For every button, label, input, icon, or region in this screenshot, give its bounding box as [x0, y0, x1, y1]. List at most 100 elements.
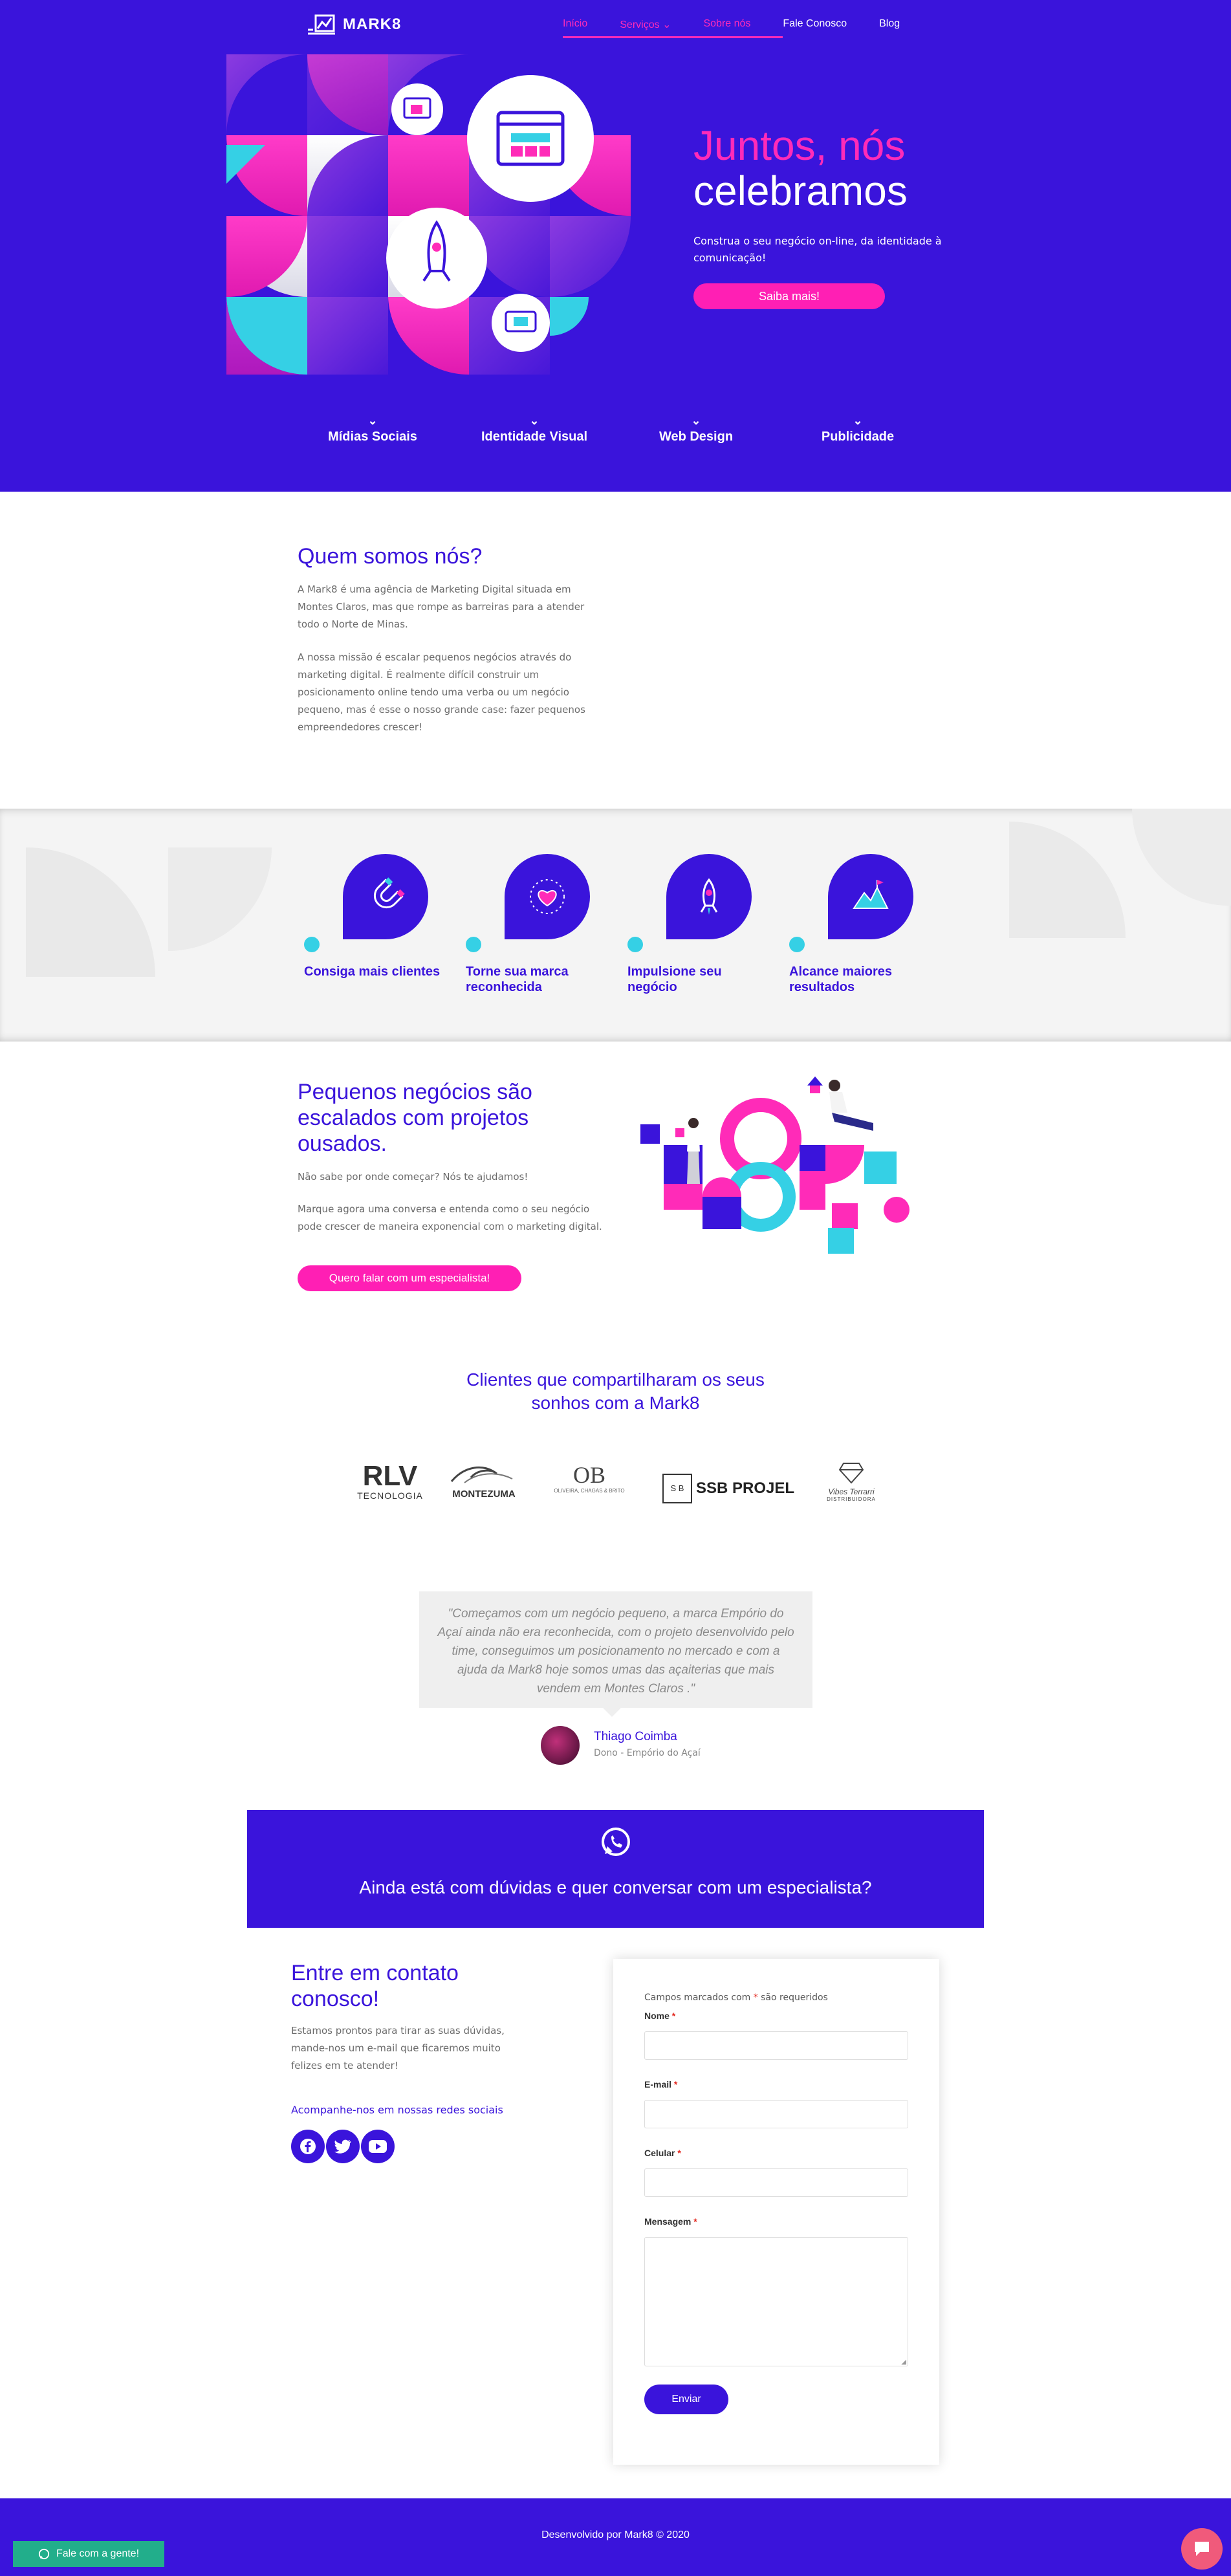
contact-text: Estamos prontos para tirar as suas dúvid…: [291, 2025, 505, 2071]
feature-label: Torne sua marca reconhecida: [466, 965, 569, 994]
logo-chart-icon: [308, 14, 335, 35]
mensagem-label: Mensagem *: [644, 2216, 697, 2227]
client-logo-main: OB: [572, 1462, 605, 1488]
chat-button[interactable]: [1181, 2528, 1223, 2570]
feature-dot: [789, 937, 805, 952]
rocket-icon: [700, 878, 718, 915]
nome-input[interactable]: [644, 2031, 908, 2060]
nav-item-sobre[interactable]: Sobre nós: [703, 18, 750, 31]
required-star: *: [677, 2148, 681, 2158]
twitter-button[interactable]: [326, 2130, 360, 2163]
email-input[interactable]: [644, 2100, 908, 2128]
facebook-button[interactable]: [291, 2130, 325, 2163]
nav-item-inicio[interactable]: Início: [563, 18, 587, 31]
clients-title-line2: sonhos com a Mark8: [531, 1393, 700, 1413]
chevron-down-icon: ⌄: [662, 19, 671, 30]
facebook-icon: [300, 2139, 316, 2154]
hero-subtitle: Construa o seu negócio on-line, da ident…: [693, 235, 942, 264]
about-paragraph-1: A Mark8 é uma agência de Marketing Digit…: [298, 584, 585, 630]
feature-dot: [466, 937, 481, 952]
scale-paragraph-2: Marque agora uma conversa e entenda como…: [298, 1203, 602, 1232]
nav-item-blog[interactable]: Blog: [879, 18, 900, 31]
features-background-pattern: [26, 809, 1231, 977]
celular-input[interactable]: [644, 2168, 908, 2197]
feature-label: Alcance maiores resultados: [789, 965, 892, 994]
mensagem-textarea[interactable]: ◢: [644, 2237, 908, 2366]
service-web-design[interactable]: ⌄ Web Design: [659, 414, 733, 444]
hero-title-line2: celebramos: [693, 168, 908, 214]
youtube-button[interactable]: [361, 2130, 395, 2163]
chat-bubble-icon: [1195, 2542, 1209, 2556]
ssb-box-icon: S B: [662, 1474, 692, 1503]
whatsapp-button-label: Fale com a gente!: [56, 2548, 140, 2559]
service-midias-sociais[interactable]: ⌄ Mídias Sociais: [328, 414, 417, 444]
service-label: Mídias Sociais: [328, 430, 417, 444]
scale-title: Pequenos negócios são escalados com proj…: [298, 1080, 532, 1156]
service-label: Web Design: [659, 430, 734, 444]
twitter-icon: [334, 2139, 351, 2154]
features-section: Consiga mais clientes Torne sua marca re…: [0, 809, 1231, 1042]
client-logo-montezuma: MONTEZUMA: [445, 1462, 523, 1500]
client-logo-sub: TECNOLOGIA: [357, 1490, 423, 1501]
chevron-down-icon: ⌄: [853, 414, 863, 427]
social-label: Acompanhe-nos em nossas redes sociais: [291, 2104, 503, 2116]
about-paragraph-2: A nossa missão é escalar pequenos negóci…: [298, 651, 585, 733]
client-logo-main: SSB PROJEL: [696, 1479, 795, 1497]
mensagem-label-text: Mensagem: [644, 2216, 692, 2227]
brand-logo[interactable]: MARK8: [307, 13, 401, 36]
client-logo-sub: OLIVEIRA, CHAGAS & BRITO: [554, 1488, 625, 1494]
cta-banner[interactable]: Ainda está com dúvidas e quer conversar …: [247, 1810, 984, 1928]
about-title: Quem somos nós?: [298, 544, 483, 569]
client-logo-vibes: Vibes Terrarri DISTRIBUIDORA: [819, 1462, 884, 1502]
contact-title: Entre em contato conosco!: [291, 1960, 459, 2012]
nav-item-servicos[interactable]: Serviços ⌄: [620, 18, 671, 31]
chevron-down-icon: ⌄: [691, 414, 701, 427]
feature-dot: [304, 937, 320, 952]
client-logo-main: MONTEZUMA: [452, 1489, 516, 1500]
nav-item-servicos-label: Serviços: [620, 19, 660, 30]
resize-handle-icon[interactable]: ◢: [901, 2359, 906, 2366]
chevron-down-icon: ⌄: [529, 414, 539, 427]
client-logo-ocb: OB OLIVEIRA, CHAGAS & BRITO: [541, 1462, 638, 1494]
service-publicidade[interactable]: ⌄ Publicidade: [822, 414, 894, 444]
hero-section: MARK8 Início Serviços ⌄ Sobre nós Fale C…: [0, 0, 1231, 492]
feature-label: Consiga mais clientes: [304, 965, 441, 979]
clients-title: Clientes que compartilharam os seus sonh…: [0, 1368, 1231, 1415]
hero-illustration: [226, 54, 631, 375]
whatsapp-float-button[interactable]: Fale com a gente!: [13, 2541, 164, 2567]
contact-form: Campos marcados com * são requeridos Nom…: [613, 1959, 939, 2465]
nav-item-fale-conosco[interactable]: Fale Conosco: [783, 18, 847, 31]
saiba-mais-button[interactable]: Saiba mais!: [693, 283, 885, 309]
client-logo-main: Vibes Terrarri: [828, 1487, 875, 1496]
nome-label-text: Nome: [644, 2011, 670, 2021]
clients-title-line1: Clientes que compartilharam os seus: [466, 1370, 765, 1390]
client-logo-sub: DISTRIBUIDORA: [827, 1496, 876, 1502]
required-note-post: são requeridos: [761, 1992, 828, 2003]
enviar-button[interactable]: Enviar: [644, 2385, 728, 2414]
contact-title-line1: Entre em contato: [291, 1961, 459, 1985]
client-logo-rlv: RLV TECNOLOGIA: [354, 1462, 426, 1501]
client-logo-ssb: S B SSB PROJEL: [662, 1474, 805, 1503]
hero-title-line1: Juntos, nós: [693, 122, 906, 169]
feature-bubble: [666, 854, 752, 939]
scale-paragraph-1: Não sabe por onde começar? Nós te ajudam…: [298, 1171, 528, 1183]
celular-label: Celular *: [644, 2148, 681, 2158]
hero-title: Juntos, nós celebramos: [693, 123, 908, 213]
service-label: Identidade Visual: [481, 430, 588, 444]
testimonial-name: Thiago Coimba: [594, 1730, 677, 1743]
avatar: [541, 1726, 580, 1765]
footer: Desenvolvido por Mark8 © 2020: [0, 2498, 1231, 2576]
required-star: *: [673, 2079, 678, 2090]
nav-active-underline: [563, 36, 783, 38]
chevron-down-icon: ⌄: [367, 414, 378, 427]
whatsapp-icon: [38, 2548, 50, 2560]
required-star: *: [753, 1992, 758, 2003]
especialista-button[interactable]: Quero falar com um especialista!: [298, 1265, 521, 1291]
quote-arrow: [603, 1708, 621, 1717]
brand-name: MARK8: [343, 16, 402, 33]
service-identidade-visual[interactable]: ⌄ Identidade Visual: [481, 414, 587, 444]
mountain-flag-icon: [853, 880, 889, 909]
required-note-pre: Campos marcados com: [644, 1992, 751, 2003]
celular-label-text: Celular: [644, 2148, 675, 2158]
contact-title-line2: conosco!: [291, 1987, 380, 2011]
